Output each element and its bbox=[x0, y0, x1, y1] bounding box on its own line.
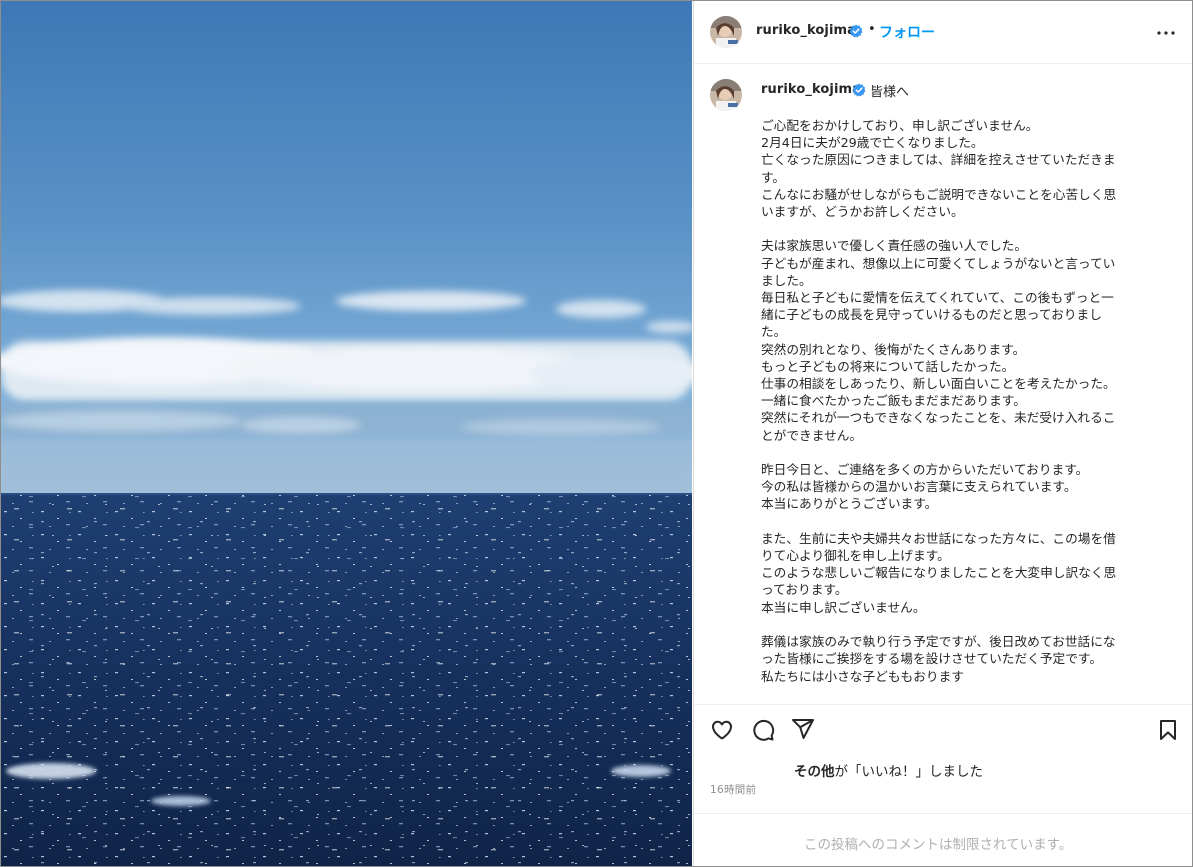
caption-line: 本当にありがとうございます。 bbox=[761, 496, 938, 512]
heart-icon[interactable] bbox=[710, 718, 734, 742]
follow-button[interactable]: フォロー bbox=[879, 22, 935, 42]
verified-badge-icon bbox=[852, 83, 866, 97]
caption-area: ruriko_kojima 皆様へ ご心配をおかけしており、申し訳ございません。… bbox=[694, 64, 1192, 704]
caption-line bbox=[761, 616, 1161, 633]
caption-line: っております。 bbox=[761, 582, 848, 598]
caption-username-link[interactable]: ruriko_kojima bbox=[761, 82, 861, 97]
caption-line: 昨日今日と、ご連絡を多くの方からいただいております。 bbox=[761, 462, 1089, 478]
caption-line: 一緒に食べたかったご飯もまだまだあります。 bbox=[761, 393, 1026, 409]
caption-line: また、生前に夫や夫婦共々お世話になった方々に、この場を借 bbox=[761, 530, 1116, 546]
caption-line: こんなにお騒がせしながらもご説明できないことを心苦しく思 bbox=[761, 186, 1117, 202]
caption-line: とができません。 bbox=[761, 427, 863, 443]
caption-line: す。 bbox=[761, 169, 786, 185]
caption-line: 突然の別れとなり、後悔がたくさんあります。 bbox=[761, 341, 1026, 357]
post-side-panel: ruriko_kojima • フォロー ruriko_kojima 皆様へ ご… bbox=[693, 1, 1192, 866]
caption-line: りて心より御礼を申し上げます。 bbox=[761, 548, 950, 564]
likes-summary[interactable]: その他が「いいね！」しました bbox=[794, 760, 983, 780]
username-link[interactable]: ruriko_kojima bbox=[756, 23, 856, 38]
likes-others-label[interactable]: その他 bbox=[794, 764, 835, 780]
comments-restricted-notice: この投稿へのコメントは制限されています。 bbox=[694, 813, 1192, 866]
caption-line: ご心配をおかけしており、申し訳ございません。 bbox=[761, 118, 1039, 133]
caption-line: 今の私は皆様からの温かいお言葉に支えられています。 bbox=[761, 479, 1077, 495]
post-modal: ruriko_kojima • フォロー ruriko_kojima 皆様へ ご… bbox=[0, 0, 1193, 867]
caption-line: 夫は家族思いで優しく責任感の強い人でした。 bbox=[761, 238, 1028, 254]
caption-line: 本当に申し訳ございません。 bbox=[761, 599, 926, 615]
caption-line: 亡くなった原因につきましては、詳細を控えさせていただきま bbox=[761, 152, 1116, 168]
avatar[interactable] bbox=[710, 79, 742, 111]
avatar[interactable] bbox=[710, 16, 742, 48]
separator-dot: • bbox=[868, 22, 876, 37]
caption-line: った皆様にご挨拶をする場を設けさせていただく予定です。 bbox=[761, 651, 1103, 667]
verified-badge-icon bbox=[849, 24, 863, 38]
caption-line: 突然にそれが一つもできなくなったことを、未だ受け入れるこ bbox=[761, 410, 1116, 426]
caption-line: た。 bbox=[761, 324, 787, 340]
caption-line: 仕事の相談をしあったり、新しい面白いことを考えたかった。 bbox=[761, 376, 1116, 392]
post-photo[interactable] bbox=[1, 1, 692, 866]
caption-line: 緒に子どもの成長を見守っていけるものだと思っておりまし bbox=[761, 307, 1102, 323]
caption-line bbox=[761, 220, 1161, 237]
caption-line: 葬儀は家族のみで執り行う予定ですが、後日改めてお世話にな bbox=[761, 634, 1116, 650]
more-options-icon[interactable] bbox=[1154, 21, 1178, 45]
likes-suffix: が「いいね！」しました bbox=[834, 764, 984, 780]
post-header: ruriko_kojima • フォロー bbox=[694, 1, 1192, 64]
comment-bubble-icon[interactable] bbox=[751, 718, 775, 742]
caption-line: 子どもが産まれ、想像以上に可愛くてしょうがないと言ってい bbox=[761, 255, 1116, 271]
caption-line bbox=[761, 513, 1161, 530]
caption-text: ご心配をおかけしており、申し訳ございません。 2月4日に夫が29歳で亡くなりました… bbox=[761, 117, 1161, 685]
caption-line: このような悲しいご報告になりましたことを大変申し訳なく思 bbox=[761, 565, 1117, 581]
caption-line: 毎日私と子どもに愛情を伝えてくれていて、この後もずっと一 bbox=[761, 290, 1114, 306]
bookmark-icon[interactable] bbox=[1156, 718, 1180, 742]
caption-line bbox=[761, 444, 1161, 461]
caption-line: いますが、どうかお許しください。 bbox=[761, 204, 964, 220]
post-actions: その他が「いいね！」しました 16時間前 この投稿へのコメントは制限されています… bbox=[694, 704, 1192, 866]
caption-line: 2月4日に夫が29歳で亡くなりました。 bbox=[761, 135, 984, 151]
caption-greeting: 皆様へ bbox=[870, 85, 910, 100]
caption-line: 私たちには小さな子どももおります bbox=[761, 668, 964, 684]
caption-line: もっと子どもの将来について話したかった。 bbox=[761, 358, 1015, 374]
paper-plane-icon[interactable] bbox=[791, 717, 815, 741]
caption-line: ました。 bbox=[761, 272, 812, 288]
post-timestamp[interactable]: 16時間前 bbox=[710, 782, 756, 797]
comments-restricted-text: この投稿へのコメントは制限されています。 bbox=[804, 837, 1073, 853]
